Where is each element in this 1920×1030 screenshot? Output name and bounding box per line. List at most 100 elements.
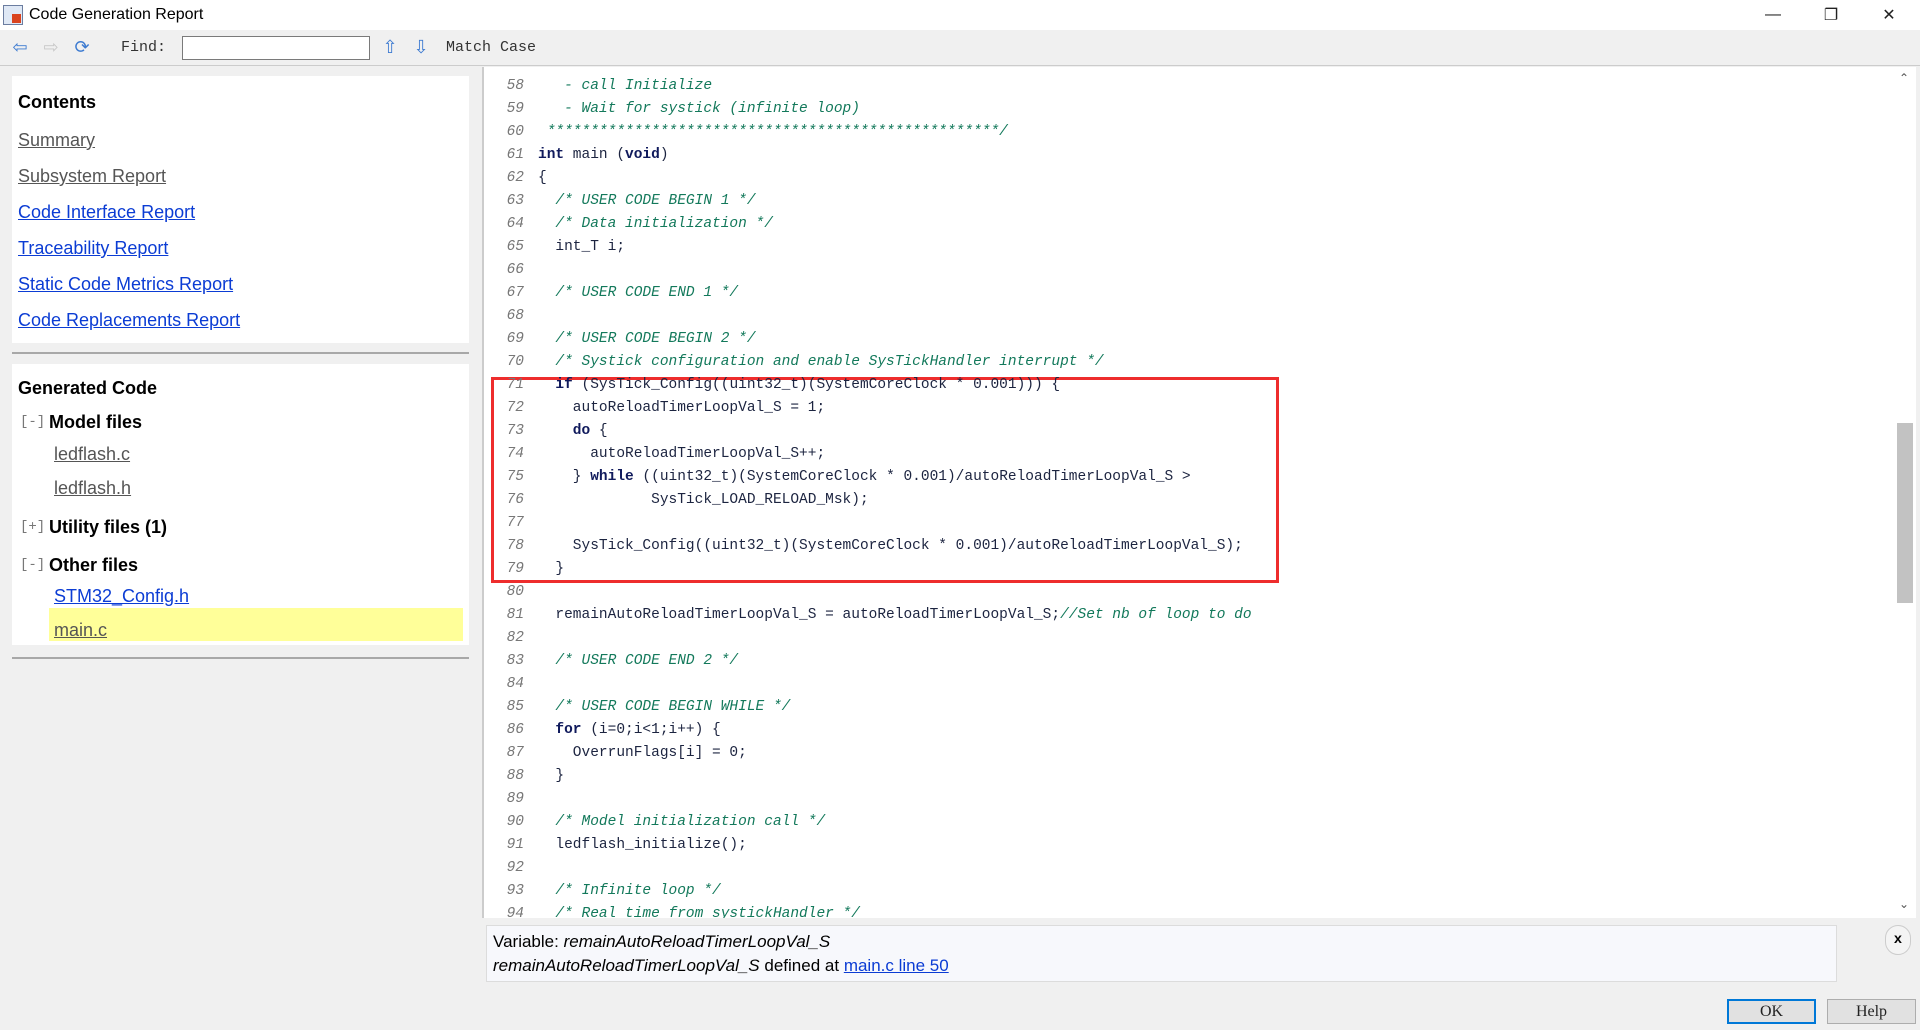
code-line: 76 SysTick_LOAD_RELOAD_Msk); bbox=[484, 489, 869, 512]
code-line: 67 /* USER CODE END 1 */ bbox=[484, 282, 739, 305]
ok-button[interactable]: OK bbox=[1727, 999, 1816, 1024]
code-line: 63 /* USER CODE BEGIN 1 */ bbox=[484, 190, 756, 213]
code-line: 88 } bbox=[484, 765, 565, 788]
line-number: 67 bbox=[506, 285, 524, 301]
line-number: 60 bbox=[506, 124, 524, 140]
line-number: 63 bbox=[506, 193, 524, 209]
code-comment: /* USER CODE BEGIN 2 */ bbox=[538, 331, 756, 347]
contents-link[interactable]: Summary bbox=[18, 130, 95, 151]
file-link-selected[interactable]: main.c bbox=[54, 620, 107, 641]
line-number: 69 bbox=[506, 331, 524, 347]
code-line: 77 bbox=[484, 512, 538, 535]
contents-link[interactable]: Static Code Metrics Report bbox=[18, 274, 233, 295]
line-number: 94 bbox=[506, 906, 524, 918]
code-comment: - call Initialize bbox=[538, 78, 713, 94]
file-link[interactable]: ledflash.c bbox=[54, 444, 130, 465]
line-number: 66 bbox=[506, 262, 524, 278]
line-number: 59 bbox=[506, 101, 524, 117]
code-text: { bbox=[538, 170, 547, 186]
code-line: 66 bbox=[484, 259, 538, 282]
code-keyword: void bbox=[625, 147, 660, 163]
code-view[interactable]: 58 - call Initialize 59 - Wait for systic… bbox=[482, 67, 1894, 918]
code-text: } bbox=[538, 561, 565, 577]
line-number: 64 bbox=[506, 216, 524, 232]
code-line: 92 bbox=[484, 857, 538, 880]
forward-arrow-icon[interactable]: ⇨ bbox=[40, 37, 62, 59]
minimize-button[interactable]: — bbox=[1744, 0, 1802, 30]
divider bbox=[12, 657, 469, 659]
code-line: 90 /* Model initialization call */ bbox=[484, 811, 826, 834]
scrollbar-thumb[interactable] bbox=[1897, 423, 1913, 603]
code-text: OverrunFlags[i] = 0; bbox=[538, 745, 747, 761]
code-text: { bbox=[590, 423, 608, 439]
code-line: 68 bbox=[484, 305, 538, 328]
close-window-button[interactable]: ✕ bbox=[1860, 0, 1918, 30]
title-bar: Code Generation Report — ❐ ✕ bbox=[0, 0, 1920, 30]
line-number: 74 bbox=[506, 446, 524, 462]
code-keyword: while bbox=[590, 469, 634, 485]
line-number: 81 bbox=[506, 607, 524, 623]
code-line: 91 ledflash_initialize(); bbox=[484, 834, 747, 857]
line-number: 77 bbox=[506, 515, 524, 531]
find-next-arrow-down-icon[interactable]: ⇩ bbox=[410, 37, 432, 59]
line-number: 86 bbox=[506, 722, 524, 738]
code-comment: /* USER CODE END 1 */ bbox=[538, 285, 739, 301]
code-line: 65 int_T i; bbox=[484, 236, 625, 259]
refresh-icon[interactable]: ⟳ bbox=[71, 37, 93, 59]
contents-link[interactable]: Code Interface Report bbox=[18, 202, 195, 223]
code-text: int_T i; bbox=[538, 239, 626, 255]
code-line: 83 /* USER CODE END 2 */ bbox=[484, 650, 739, 673]
vertical-scrollbar[interactable]: ⌃ ⌄ bbox=[1894, 67, 1916, 918]
code-comment: /* Real time from systickHandler */ bbox=[538, 906, 860, 918]
line-number: 91 bbox=[506, 837, 524, 853]
code-text: SysTick_LOAD_RELOAD_Msk); bbox=[538, 492, 869, 508]
code-line: 84 bbox=[484, 673, 538, 696]
file-link[interactable]: ledflash.h bbox=[54, 478, 131, 499]
expand-toggle[interactable]: [+] bbox=[20, 519, 45, 535]
divider bbox=[12, 352, 469, 354]
code-text: main ( bbox=[564, 147, 626, 163]
find-previous-arrow-up-icon[interactable]: ⇧ bbox=[379, 37, 401, 59]
generated-code-panel: Generated Code [-] Model files ledflash.… bbox=[12, 364, 469, 645]
line-number: 82 bbox=[506, 630, 524, 646]
back-arrow-icon[interactable]: ⇦ bbox=[9, 37, 31, 59]
window-title: Code Generation Report bbox=[29, 6, 204, 23]
code-comment: /* Infinite loop */ bbox=[538, 883, 721, 899]
help-button[interactable]: Help bbox=[1827, 999, 1916, 1024]
close-info-button[interactable]: x bbox=[1885, 925, 1911, 955]
line-number: 84 bbox=[506, 676, 524, 692]
code-comment: ****************************************… bbox=[538, 124, 1008, 140]
collapse-toggle[interactable]: [-] bbox=[20, 557, 45, 573]
line-number: 70 bbox=[506, 354, 524, 370]
find-input[interactable] bbox=[182, 35, 371, 60]
group-model-files: Model files bbox=[49, 412, 143, 432]
line-number: 92 bbox=[506, 860, 524, 876]
line-number: 79 bbox=[506, 561, 524, 577]
code-comment: /* Data initialization */ bbox=[538, 216, 773, 232]
code-line: 72 autoReloadTimerLoopVal_S = 1; bbox=[484, 397, 826, 420]
collapse-toggle[interactable]: [-] bbox=[20, 414, 45, 430]
line-number: 83 bbox=[506, 653, 524, 669]
scroll-down-icon[interactable]: ⌄ bbox=[1899, 897, 1909, 911]
scroll-up-icon[interactable]: ⌃ bbox=[1899, 71, 1909, 85]
code-line: 78 SysTick_Config((uint32_t)(SystemCoreC… bbox=[484, 535, 1243, 558]
info-panel: Variable: remainAutoReloadTimerLoopVal_S… bbox=[486, 925, 1837, 982]
code-text: SysTick_Config((uint32_t)(SystemCoreCloc… bbox=[538, 538, 1243, 554]
definition-name: remainAutoReloadTimerLoopVal_S bbox=[493, 956, 760, 975]
code-line: 69 /* USER CODE BEGIN 2 */ bbox=[484, 328, 756, 351]
code-line: 81 remainAutoReloadTimerLoopVal_S = auto… bbox=[484, 604, 1252, 627]
group-other-files: Other files bbox=[49, 555, 139, 575]
match-case-toggle[interactable]: Match Case bbox=[446, 39, 536, 56]
restore-button[interactable]: ❐ bbox=[1802, 0, 1860, 30]
code-line: 62 { bbox=[484, 167, 547, 190]
code-keyword: for bbox=[538, 722, 582, 738]
file-link[interactable]: STM32_Config.h bbox=[54, 586, 189, 607]
definition-link[interactable]: main.c line 50 bbox=[844, 956, 949, 975]
code-keyword: int bbox=[538, 147, 565, 163]
contents-link[interactable]: Traceability Report bbox=[18, 238, 168, 259]
code-line: 82 bbox=[484, 627, 538, 650]
contents-link[interactable]: Subsystem Report bbox=[18, 166, 166, 187]
code-line: 71 if (SysTick_Config((uint32_t)(SystemC… bbox=[484, 374, 1061, 397]
line-number: 72 bbox=[506, 400, 524, 416]
contents-link[interactable]: Code Replacements Report bbox=[18, 310, 240, 331]
